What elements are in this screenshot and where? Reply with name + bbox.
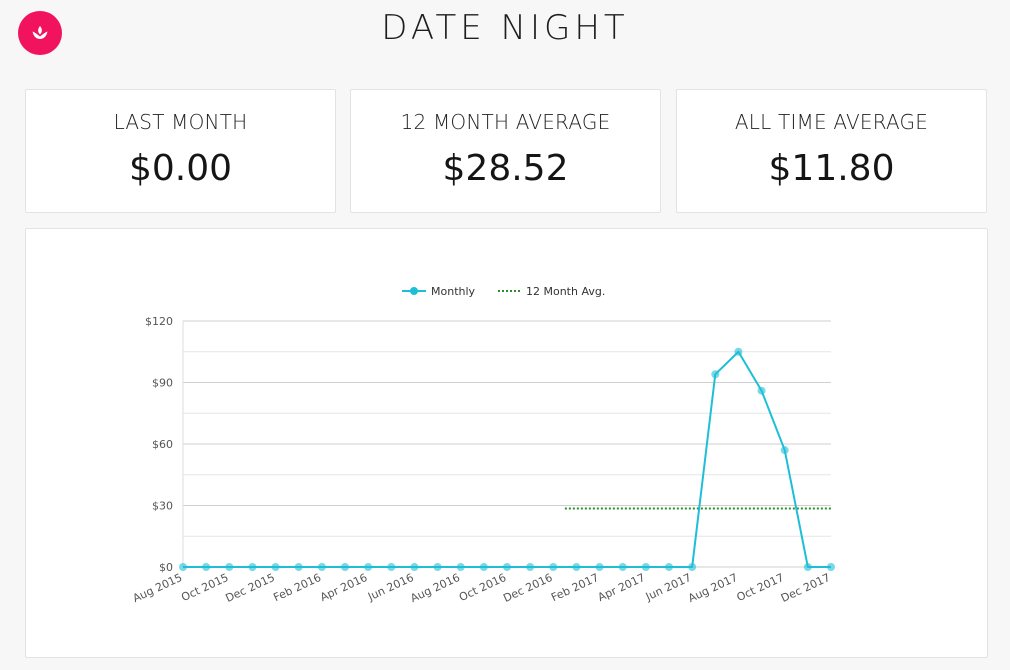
x-tick-label: Dec 2017 bbox=[779, 571, 832, 605]
data-point bbox=[387, 563, 396, 571]
x-tick-label: Oct 2015 bbox=[179, 571, 230, 604]
stat-value: $11.80 bbox=[768, 148, 895, 189]
x-tick-label: Feb 2016 bbox=[271, 571, 323, 604]
data-point bbox=[503, 563, 511, 571]
y-tick-label: $60 bbox=[152, 438, 173, 451]
x-tick-label: Jun 2017 bbox=[643, 571, 694, 604]
x-tick-label: Aug 2016 bbox=[408, 571, 462, 605]
data-point bbox=[317, 563, 326, 571]
data-point bbox=[526, 563, 535, 571]
legend-label-monthly: Monthly bbox=[431, 285, 476, 298]
data-point bbox=[757, 386, 766, 395]
data-point bbox=[711, 370, 720, 379]
data-point bbox=[271, 563, 280, 571]
x-tick-label: Aug 2015 bbox=[131, 571, 185, 605]
x-tick-label: Oct 2016 bbox=[457, 571, 508, 604]
data-point bbox=[202, 563, 211, 571]
x-tick-label: Apr 2017 bbox=[596, 571, 647, 604]
data-point bbox=[364, 563, 373, 571]
legend-marker-monthly bbox=[410, 287, 418, 295]
monthly-spend-chart: $0 $30 $60 $90 $120 Aug 2015Oct 2015Dec 2015… bbox=[131, 285, 835, 605]
monthly-series-line bbox=[183, 350, 831, 568]
data-point bbox=[456, 563, 465, 571]
data-point bbox=[225, 563, 234, 571]
stat-card-all-time-average: ALL TIME AVERAGE $11.80 bbox=[676, 89, 987, 213]
legend-label-average: 12 Month Avg. bbox=[526, 285, 605, 298]
data-point bbox=[479, 563, 488, 571]
data-point bbox=[294, 563, 303, 571]
chart-card: $0 $30 $60 $90 $120 Aug 2015 Oct 2015 Dec 2015… bbox=[25, 228, 988, 658]
page-title: DATE NIGHT bbox=[381, 8, 629, 48]
data-point bbox=[572, 563, 581, 571]
stat-label: LAST MONTH bbox=[113, 110, 248, 134]
stat-value: $0.00 bbox=[128, 148, 233, 189]
data-point bbox=[595, 563, 604, 571]
data-point bbox=[641, 563, 650, 571]
data-point bbox=[734, 347, 743, 356]
y-tick-label: $30 bbox=[152, 500, 173, 513]
x-tick-label: Apr 2016 bbox=[318, 571, 369, 604]
x-tick-label: Dec 2016 bbox=[501, 571, 554, 605]
data-point bbox=[179, 563, 187, 571]
x-tick-label: Dec 2015 bbox=[224, 571, 277, 605]
y-tick-label: $0 bbox=[159, 561, 173, 574]
y-tick-label: $90 bbox=[152, 377, 173, 390]
data-point bbox=[780, 446, 789, 455]
x-tick-label: Oct 2017 bbox=[735, 571, 786, 604]
stat-value: $28.52 bbox=[442, 148, 569, 189]
data-point bbox=[803, 563, 812, 571]
data-point bbox=[248, 563, 257, 571]
data-point bbox=[549, 563, 558, 571]
stat-card-last-month: LAST MONTH $0.00 bbox=[25, 89, 336, 213]
x-tick-label: Jun 2016 bbox=[365, 571, 416, 604]
data-point bbox=[665, 563, 673, 571]
data-point bbox=[410, 563, 419, 571]
y-tick-label: $120 bbox=[145, 315, 173, 328]
data-point bbox=[433, 563, 442, 571]
stat-card-12-month-average: 12 MONTH AVERAGE $28.52 bbox=[350, 89, 661, 213]
x-tick-label: Aug 2017 bbox=[686, 571, 740, 605]
data-point bbox=[618, 563, 627, 571]
stat-label: ALL TIME AVERAGE bbox=[734, 110, 929, 134]
stat-label: 12 MONTH AVERAGE bbox=[400, 110, 611, 134]
data-point bbox=[688, 563, 697, 571]
x-tick-label: Feb 2017 bbox=[549, 571, 601, 604]
data-point bbox=[341, 563, 349, 571]
data-point bbox=[827, 563, 835, 571]
